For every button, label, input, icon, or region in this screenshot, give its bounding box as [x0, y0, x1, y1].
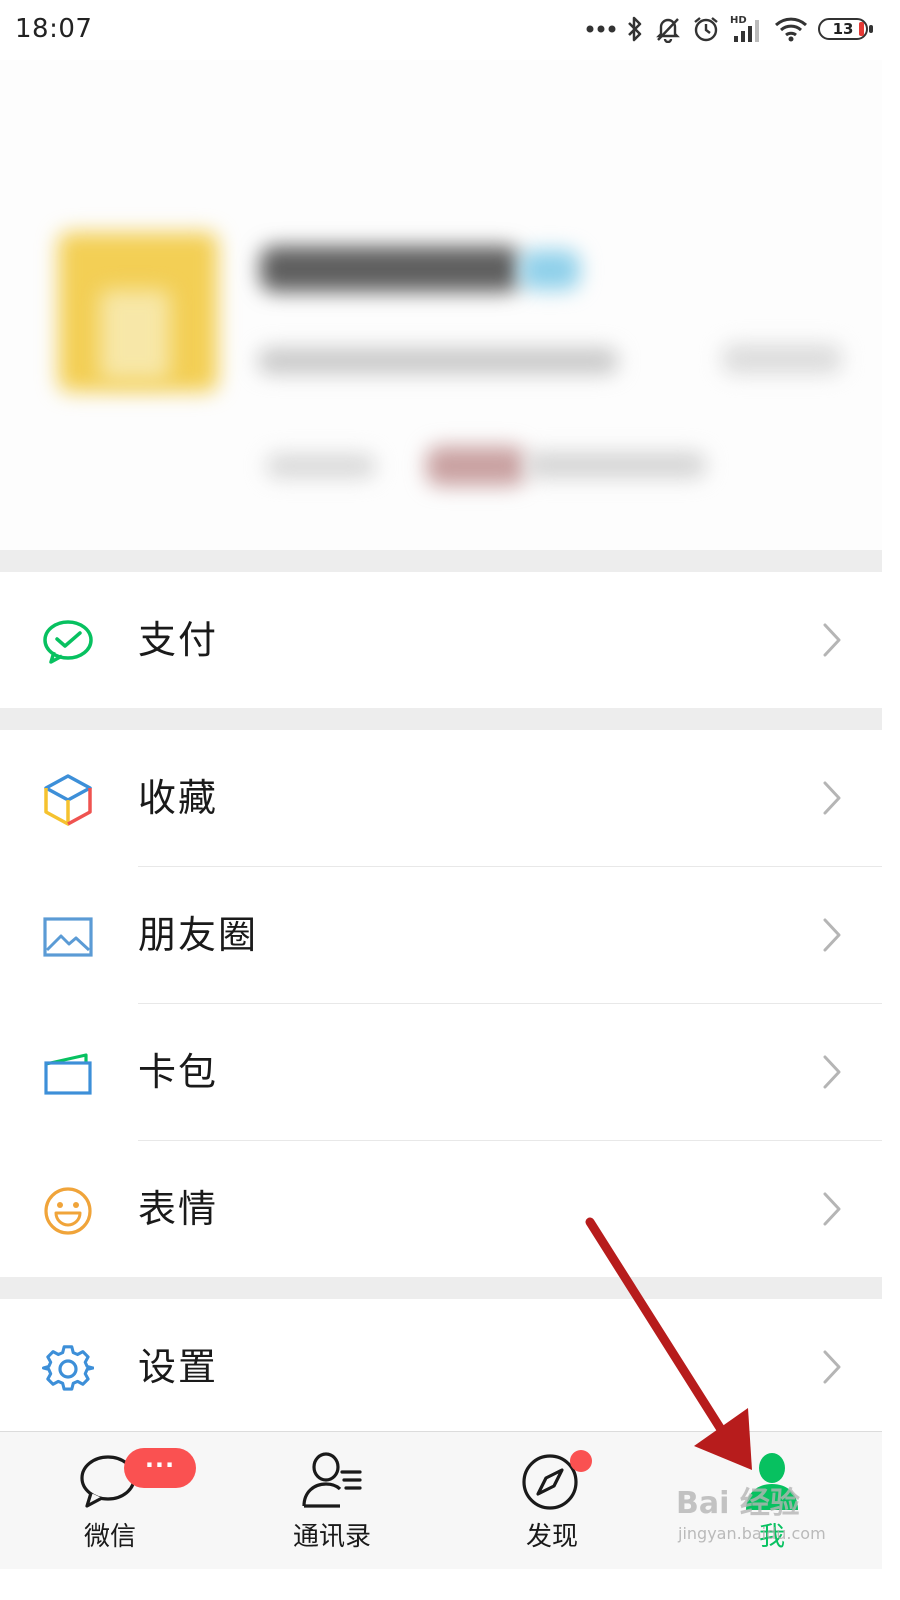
avatar-detail: [100, 290, 170, 380]
tab-label-discover: 发现: [525, 1522, 578, 1552]
gear-icon: [40, 1341, 96, 1397]
menu-item-pay[interactable]: 支付: [0, 572, 882, 708]
chevron-right-icon: [823, 623, 841, 657]
tab-contacts[interactable]: 通讯录: [242, 1432, 422, 1569]
chevron-right-icon: [823, 1350, 841, 1384]
wifi-icon: [774, 17, 808, 42]
photo-icon: [40, 909, 96, 965]
menu-item-stickers[interactable]: 表情: [0, 1141, 882, 1277]
svg-text:HD: HD: [730, 15, 747, 26]
tab-discover[interactable]: 发现: [462, 1432, 642, 1569]
menu-label-stickers: 表情: [138, 1187, 219, 1231]
qr-code-blurred[interactable]: [722, 344, 842, 374]
wechat-pay-icon: [40, 614, 96, 670]
status-time: 18:07: [15, 14, 93, 44]
menu-label-settings: 设置: [138, 1345, 219, 1389]
menu-item-moments[interactable]: 朋友圈: [0, 867, 882, 1003]
contacts-icon: [302, 1452, 362, 1508]
profile-name-tag-blurred: [520, 250, 580, 290]
menu-label-pay: 支付: [138, 618, 219, 662]
profile-friends-avatar-blurred: [426, 446, 526, 486]
chevron-right-icon: [823, 1192, 841, 1226]
mute-bell-icon: [656, 18, 680, 43]
card-wallet-icon: [40, 1046, 96, 1102]
status-bar: 18:07 HD 13: [0, 0, 882, 60]
tab-label-chats: 微信: [83, 1522, 136, 1552]
status-icons: HD 13: [586, 12, 873, 46]
chevron-right-icon: [823, 1055, 841, 1089]
profile-friends-status-blurred[interactable]: [526, 452, 706, 478]
profile-id-blurred: [258, 348, 618, 374]
hd-signal-icon: HD: [730, 15, 759, 42]
profile-status-blurred[interactable]: [266, 454, 376, 478]
menu-item-settings[interactable]: 设置: [0, 1299, 882, 1435]
section-gap: [0, 708, 882, 730]
chevron-right-icon: [823, 781, 841, 815]
more-dots-icon: [586, 25, 616, 33]
menu-label-cards: 卡包: [138, 1050, 219, 1094]
tab-label-contacts: 通讯录: [292, 1522, 371, 1552]
chevron-right-icon: [823, 918, 841, 952]
section-gap: [0, 1277, 882, 1299]
battery-level: 13: [832, 20, 854, 38]
section-gap: [0, 550, 882, 572]
smiley-icon: [40, 1183, 96, 1239]
alarm-icon: [694, 17, 718, 42]
cube-icon: [40, 772, 96, 828]
discover-dot-badge: [570, 1450, 592, 1472]
menu-label-moments: 朋友圈: [138, 913, 259, 957]
bluetooth-icon: [628, 16, 642, 42]
menu-item-cards[interactable]: 卡包: [0, 1004, 882, 1140]
menu-item-favorites[interactable]: 收藏: [0, 730, 882, 866]
profile-name-blurred: [260, 246, 520, 292]
watermark-brand: Bai 经验: [676, 1486, 800, 1521]
watermark-url: jingyan.baidu.com: [678, 1524, 826, 1543]
battery-icon: 13: [818, 18, 873, 40]
menu-label-favorites: 收藏: [138, 776, 219, 820]
unread-more-badge: ···: [124, 1448, 196, 1488]
